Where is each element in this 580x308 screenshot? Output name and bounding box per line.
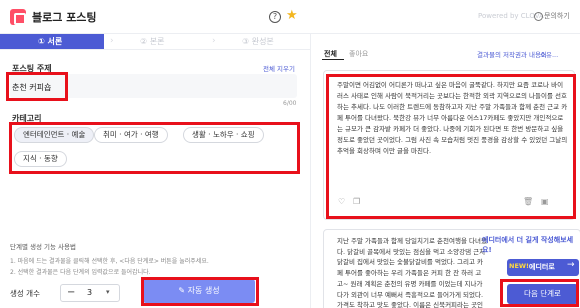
- app-title: 블로그 포스팅: [32, 11, 97, 24]
- app-logo-icon: [10, 9, 26, 25]
- highlight-box: [326, 74, 576, 219]
- copyright-notice-suffix[interactable]: 소유...: [540, 49, 558, 59]
- arrow-right-icon: →: [567, 260, 575, 270]
- new-badge: NEW!: [509, 262, 530, 270]
- chevron-down-icon[interactable]: ▾: [106, 288, 110, 296]
- result-card-text[interactable]: 지난 주말 가족들과 함께 당일치기로 춘천여행을 다녀왔다. 닭갈비 골목에서…: [337, 236, 487, 308]
- highlight-box: [141, 277, 259, 306]
- guide-title: 단계별 생성 기능 사용법: [10, 243, 76, 251]
- step-bar: ① 서론 › ② 본론 › ③ 완성본: [0, 34, 310, 50]
- highlight-box: [6, 72, 68, 101]
- help-icon[interactable]: ?: [269, 11, 281, 23]
- star-icon[interactable]: ★: [286, 8, 298, 23]
- copyright-notice-link[interactable]: 결과물의 저작권과 내용이: [477, 49, 547, 59]
- tab-underline: [322, 59, 344, 60]
- guide-line: 2. 선택한 결과물은 다음 단계의 입력값으로 들어갑니다.: [10, 269, 151, 276]
- step-body[interactable]: ② 본론: [140, 35, 164, 48]
- minus-button[interactable]: −: [67, 287, 75, 298]
- highlight-box: [500, 279, 579, 307]
- count-label: 생성 개수: [10, 289, 40, 298]
- char-counter: 6/00: [283, 100, 297, 107]
- top-bar: 블로그 포스팅 ? ★ Powered by CLOVA 문의하기: [0, 0, 580, 34]
- tab-all[interactable]: 전체: [324, 49, 337, 59]
- clear-all-button[interactable]: 전체 지우기: [263, 63, 295, 73]
- chevron-right-icon: ›: [110, 36, 114, 46]
- editor-button-label: 에디터로: [529, 263, 555, 271]
- tab-likes[interactable]: 좋아요: [349, 49, 368, 59]
- guide-line: 1. 마음에 드는 결과물을 클릭해 선택한 후, <다음 단계로> 버튼을 눌…: [10, 258, 209, 265]
- chevron-right-icon: ›: [212, 36, 216, 46]
- editor-button[interactable]: NEW! 에디터로 →: [507, 259, 579, 276]
- panel-divider: [310, 34, 311, 308]
- editor-promo-headline: 에디터에서 더 길게 작성해보세요!: [482, 236, 574, 254]
- highlight-box: [9, 122, 300, 174]
- step-final[interactable]: ③ 완성본: [242, 35, 274, 48]
- count-value: 3: [87, 288, 93, 297]
- inquiry-link[interactable]: 문의하기: [534, 11, 570, 21]
- count-stepper[interactable]: − 3 ▾: [60, 284, 120, 302]
- step-intro[interactable]: ① 서론: [38, 35, 62, 48]
